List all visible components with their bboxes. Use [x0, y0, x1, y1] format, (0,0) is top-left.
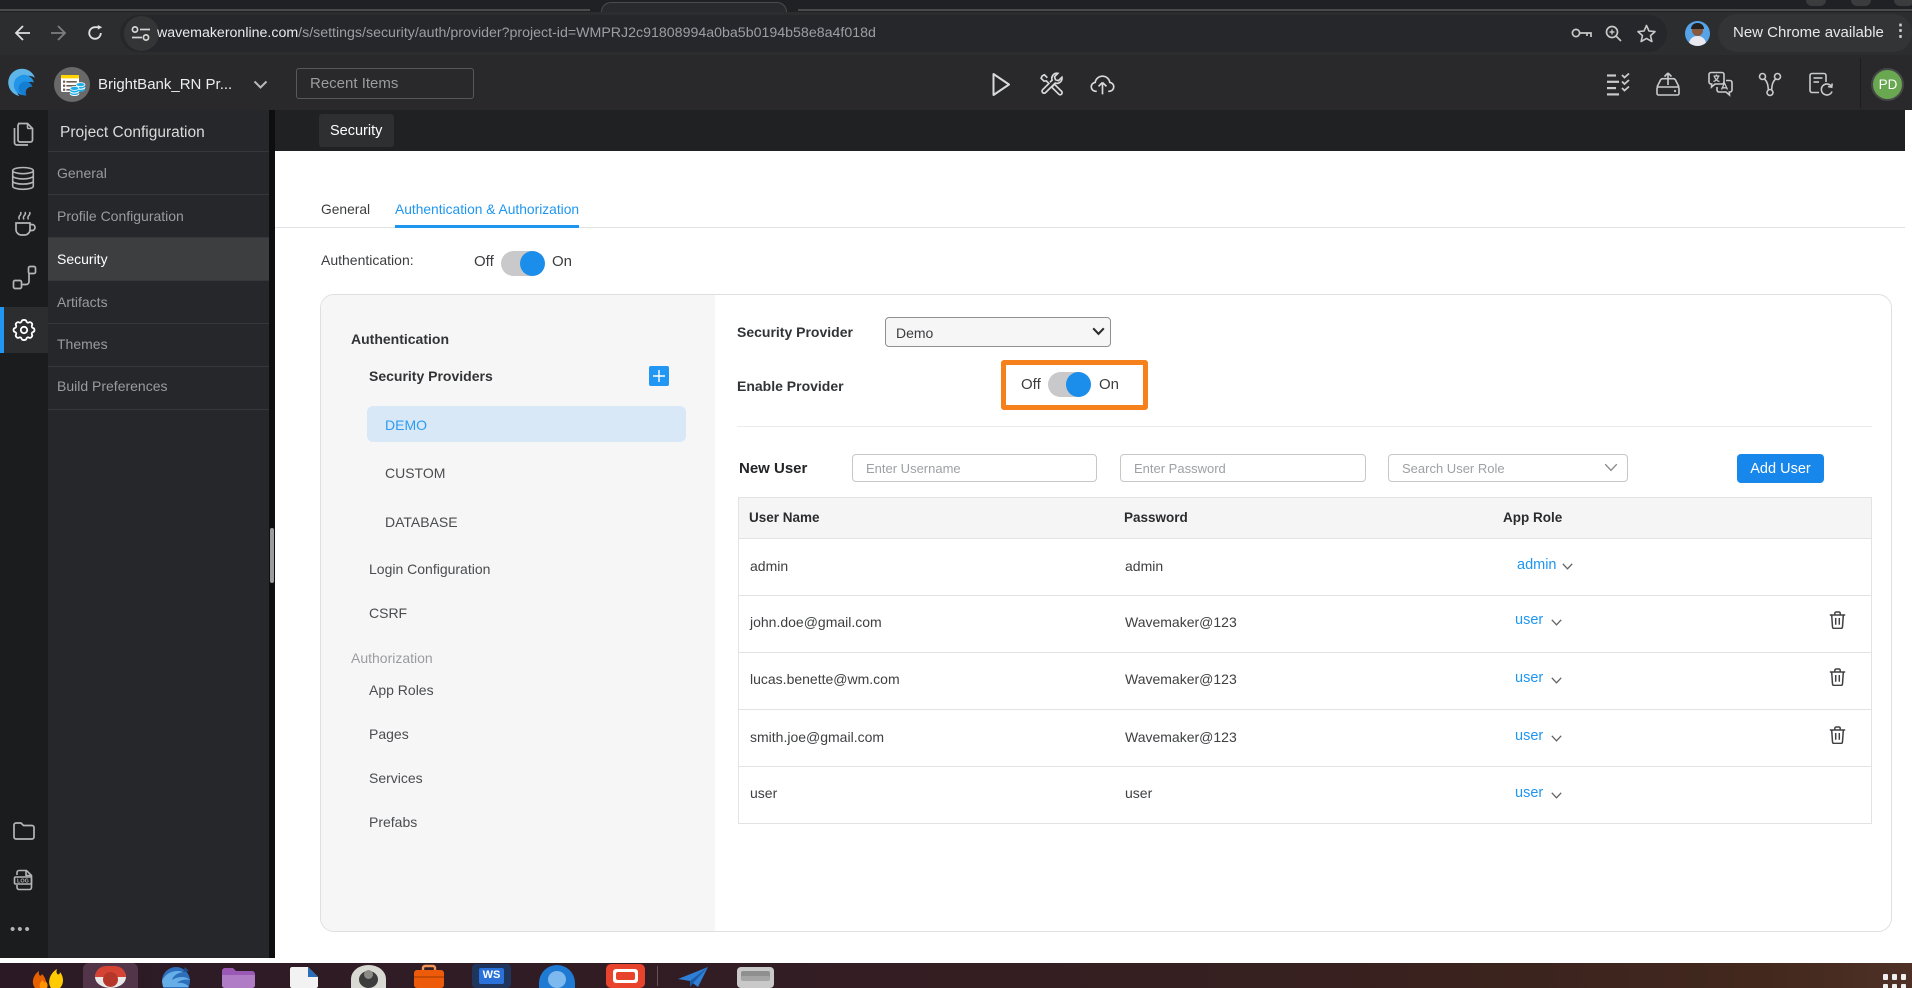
- svg-text:LOG: LOG: [17, 879, 29, 885]
